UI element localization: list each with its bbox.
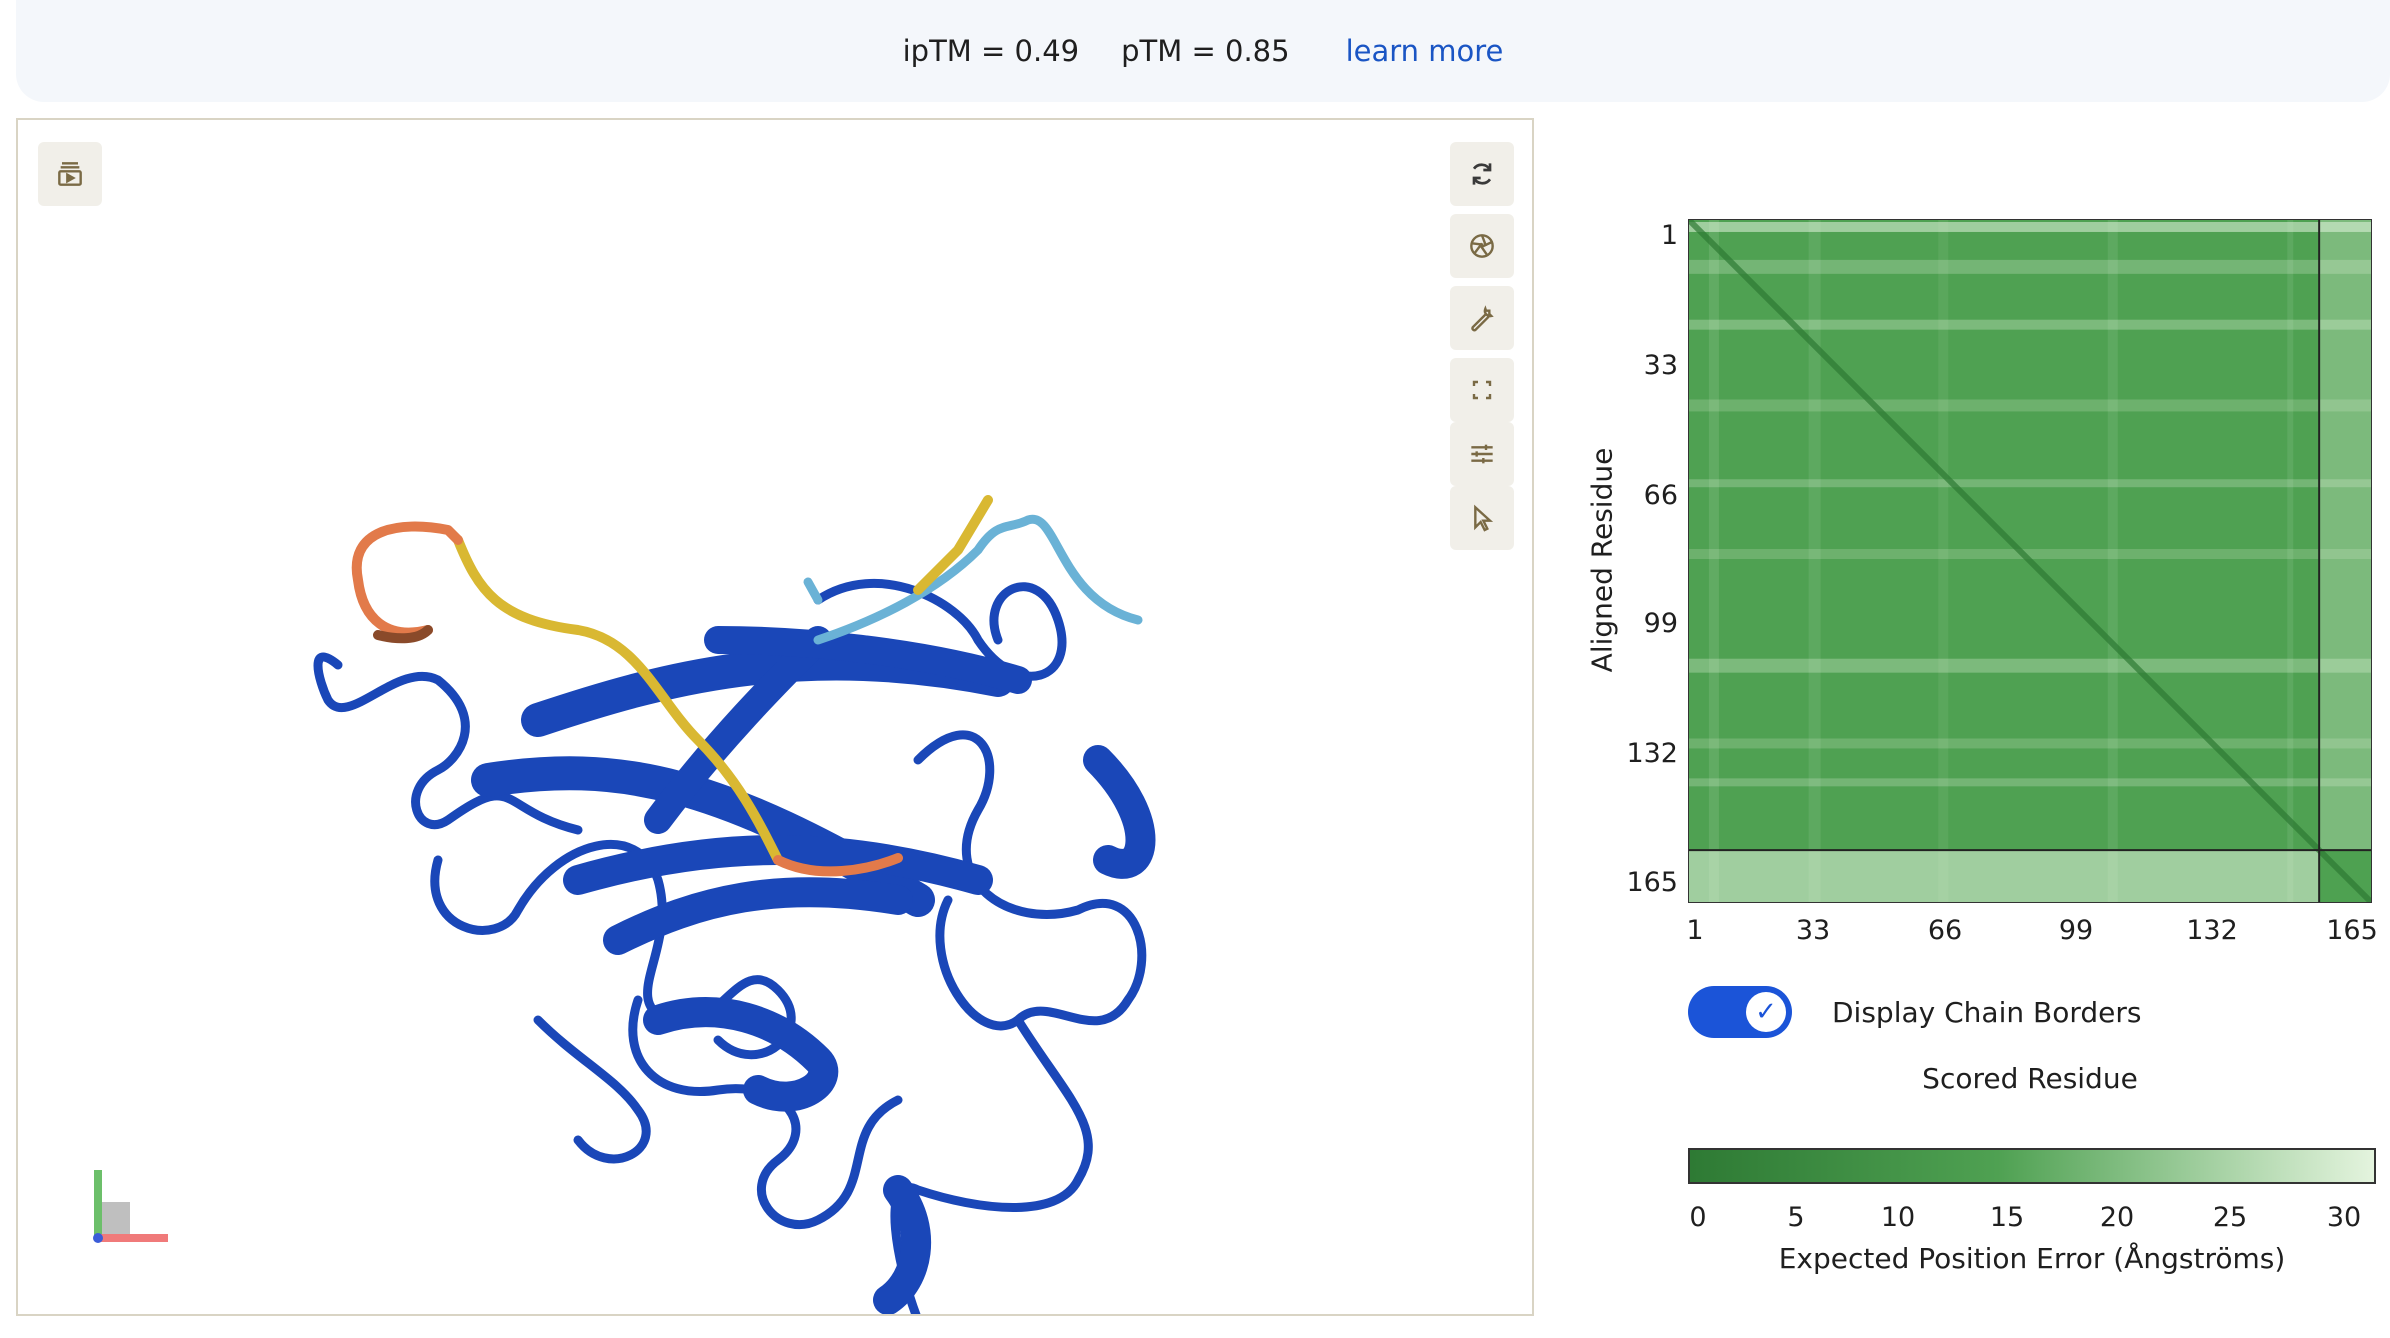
confidence-summary-bar: ipTM = 0.49 pTM = 0.85 learn more — [16, 0, 2390, 102]
ptm-value: pTM = 0.85 — [1121, 34, 1290, 68]
chain-borders-switch[interactable]: ✓ — [1688, 986, 1792, 1038]
colorbar-tick: 5 — [1787, 1202, 1805, 1233]
colorbar-tick: 10 — [1880, 1202, 1916, 1233]
colorbar-title: Expected Position Error (Ångströms) — [1778, 1242, 2286, 1275]
pae-x-tick: 99 — [2058, 915, 2094, 946]
chain-borders-toggle-row: ✓ Display Chain Borders — [1688, 986, 2141, 1038]
pae-y-tick: 33 — [1643, 350, 1678, 381]
pae-y-tick: 66 — [1643, 480, 1678, 511]
pae-x-tick: 1 — [1686, 915, 1704, 946]
iptm-value: ipTM = 0.49 — [902, 34, 1080, 68]
pae-heatmap[interactable] — [1688, 219, 2372, 903]
pae-y-tick: 132 — [1626, 738, 1678, 769]
colorbar-tick: 20 — [2099, 1202, 2135, 1233]
pae-colorbar — [1688, 1148, 2376, 1184]
colorbar-tick: 25 — [2212, 1202, 2248, 1233]
colorbar-tick: 15 — [1989, 1202, 2025, 1233]
pae-y-tick: 99 — [1643, 608, 1678, 639]
pae-x-tick: 132 — [2186, 915, 2238, 946]
chain-borders-label: Display Chain Borders — [1832, 995, 2142, 1029]
structure-viewer[interactable] — [16, 118, 1534, 1316]
axes-gizmo — [93, 1170, 168, 1243]
checkmark-icon: ✓ — [1746, 992, 1786, 1032]
pae-x-axis-label: Scored Residue — [1922, 1062, 2138, 1095]
colorbar-tick: 30 — [2326, 1202, 2362, 1233]
pae-x-tick: 165 — [2326, 915, 2378, 946]
pae-x-tick: 66 — [1927, 915, 1963, 946]
pae-x-tick: 33 — [1795, 915, 1831, 946]
protein-structure-render[interactable] — [18, 120, 1532, 1314]
pae-y-axis-label: Aligned Residue — [1585, 447, 1619, 673]
learn-more-link[interactable]: learn more — [1346, 34, 1504, 68]
colorbar-tick: 0 — [1689, 1202, 1707, 1233]
pae-y-tick: 165 — [1626, 867, 1678, 898]
pae-y-tick: 1 — [1660, 220, 1678, 251]
